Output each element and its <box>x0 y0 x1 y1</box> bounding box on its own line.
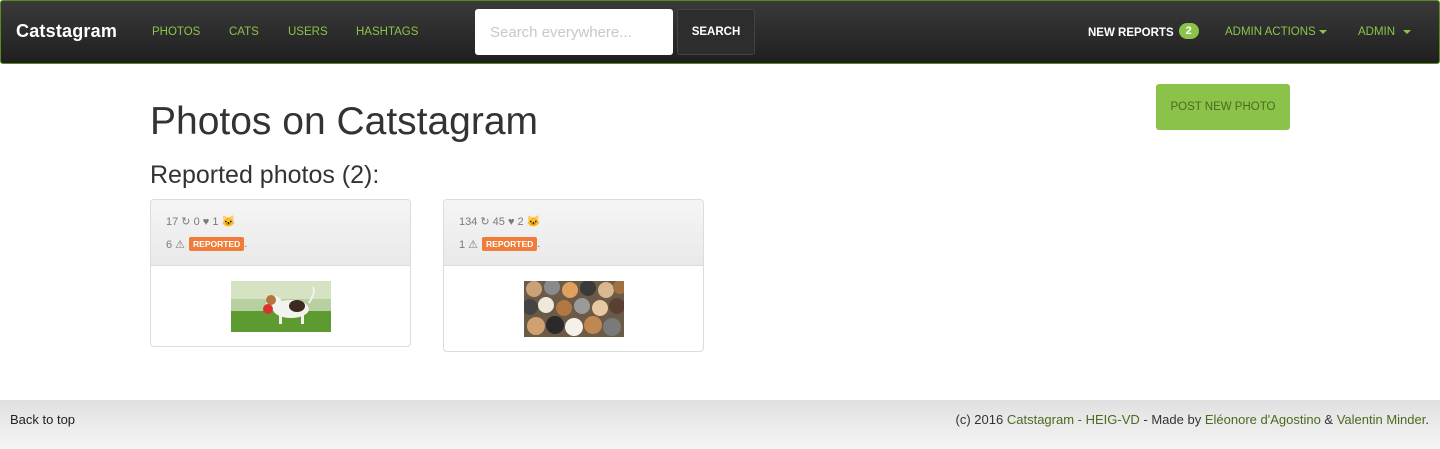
nav-users[interactable]: USERS <box>288 26 328 38</box>
photo-stats: 134 ↻ 45 ♥ 2 🐱 <box>459 216 541 228</box>
footer: Back to top (c) 2016 Catstagram - HEIG-V… <box>0 400 1440 449</box>
reported-photos-heading: Reported photos (2): <box>150 161 380 189</box>
admin-dropdown[interactable]: ADMIN <box>1358 26 1412 38</box>
puppy-photo[interactable] <box>230 281 331 332</box>
report-count: 6 ⚠ <box>166 238 186 251</box>
copyright-text: (c) 2016 <box>955 412 1004 427</box>
report-count: 1 ⚠ <box>459 238 479 251</box>
site-link[interactable]: Catstagram - HEIG-VD <box>1007 412 1140 427</box>
navbar: Catstagram PHOTOS CATS USERS HASHTAGS SE… <box>0 0 1440 64</box>
report-line: 6 ⚠ REPORTED. <box>166 237 248 251</box>
photo-card[interactable]: 17 ↻ 0 ♥ 1 🐱 6 ⚠ REPORTED. <box>150 199 411 347</box>
admin-label: ADMIN <box>1358 26 1396 38</box>
card-header: 17 ↻ 0 ♥ 1 🐱 6 ⚠ REPORTED. <box>151 200 410 266</box>
period-text: . <box>1425 412 1429 427</box>
card-header: 134 ↻ 45 ♥ 2 🐱 1 ⚠ REPORTED. <box>444 200 703 266</box>
new-reports-link[interactable]: NEW REPORTS 2 <box>1088 23 1199 39</box>
page-title: Photos on Catstagram <box>150 100 539 143</box>
many-cats-photo[interactable] <box>523 281 624 337</box>
new-reports-badge: 2 <box>1178 23 1199 39</box>
nav-cats[interactable]: CATS <box>229 26 259 38</box>
made-by-text: - Made by <box>1143 412 1202 427</box>
post-new-photo-button[interactable]: POST NEW PHOTO <box>1156 84 1290 130</box>
back-to-top-link[interactable]: Back to top <box>10 412 75 427</box>
nav-hashtags[interactable]: HASHTAGS <box>356 26 418 38</box>
brand-logo[interactable]: Catstagram <box>16 21 117 42</box>
admin-actions-label: ADMIN ACTIONS <box>1225 26 1316 38</box>
admin-actions-dropdown[interactable]: ADMIN ACTIONS <box>1225 26 1327 38</box>
search-input[interactable] <box>475 9 673 55</box>
reported-badge: REPORTED <box>189 237 245 251</box>
nav-photos[interactable]: PHOTOS <box>152 26 200 38</box>
search-button[interactable]: SEARCH <box>677 9 755 55</box>
caret-down-icon <box>1318 29 1327 34</box>
reported-badge: REPORTED <box>482 237 538 251</box>
author-link-1[interactable]: Eléonore d'Agostino <box>1205 412 1321 427</box>
and-text: & <box>1324 412 1334 427</box>
photo-stats: 17 ↻ 0 ♥ 1 🐱 <box>166 216 236 228</box>
footer-credits: (c) 2016 Catstagram - HEIG-VD - Made by … <box>956 412 1429 427</box>
caret-down-icon <box>1403 29 1412 34</box>
report-line: 1 ⚠ REPORTED. <box>459 237 541 251</box>
photo-card[interactable]: 134 ↻ 45 ♥ 2 🐱 1 ⚠ REPORTED. <box>443 199 704 352</box>
author-link-2[interactable]: Valentin Minder <box>1337 412 1426 427</box>
new-reports-label: NEW REPORTS <box>1088 26 1174 39</box>
